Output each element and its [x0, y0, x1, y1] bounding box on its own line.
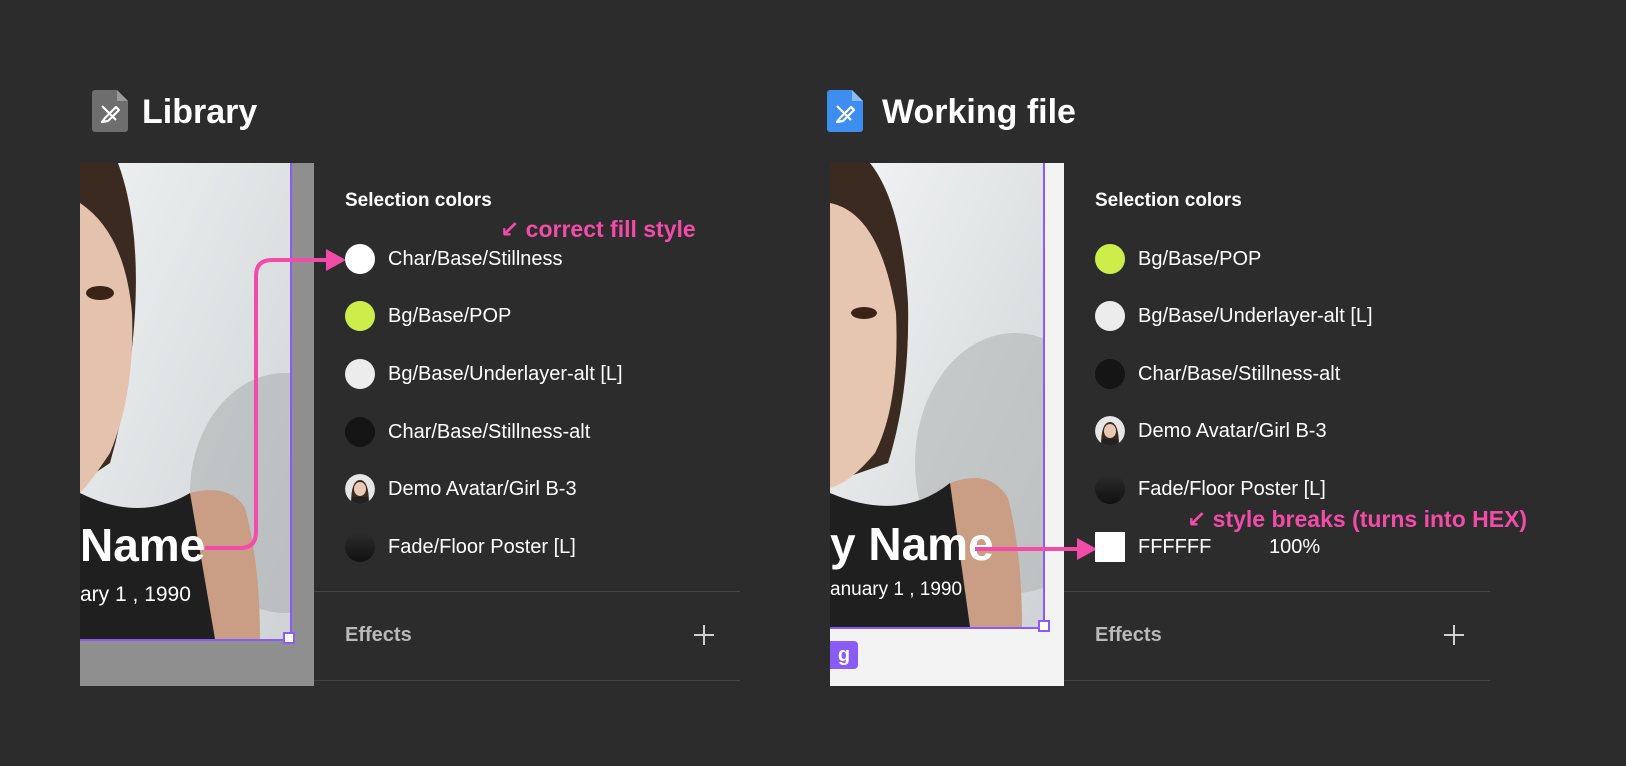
color-row[interactable]: FFFFFF — [1095, 531, 1211, 563]
style-name: Bg/Base/Underlayer-alt [L] — [1138, 304, 1373, 327]
effects-label: Effects — [1095, 624, 1162, 646]
color-row[interactable]: Bg/Base/Underlayer-alt [L] — [345, 358, 623, 390]
style-name: Demo Avatar/Girl B-3 — [388, 477, 577, 500]
color-row[interactable]: Demo Avatar/Girl B-3 — [345, 473, 577, 505]
working-title: Working file — [882, 93, 1076, 131]
divider — [314, 680, 740, 681]
component-tag[interactable]: g — [830, 641, 858, 669]
swatch-circle[interactable] — [345, 417, 375, 447]
resize-handle[interactable] — [1038, 620, 1050, 632]
divider — [1064, 591, 1490, 592]
effects-label: Effects — [345, 624, 412, 646]
color-row[interactable]: Char/Base/Stillness-alt — [345, 416, 590, 448]
color-row[interactable]: Demo Avatar/Girl B-3 — [1095, 415, 1327, 447]
arrow-down-left-icon: ↙ — [500, 216, 520, 242]
plus-icon[interactable] — [1443, 624, 1465, 646]
color-row[interactable]: Char/Base/Stillness-alt — [1095, 358, 1340, 390]
color-row[interactable]: Fade/Floor Poster [L] — [1095, 473, 1326, 505]
working-section: Working file y Name anuary 1 , 1990 g Se… — [760, 0, 1626, 766]
color-row[interactable]: Bg/Base/Underlayer-alt [L] — [1095, 300, 1373, 332]
library-section: Library Name ary 1 , 1990 Selection colo… — [0, 0, 760, 766]
selection-colors-heading: Selection colors — [1095, 190, 1242, 211]
fade-swatch[interactable] — [345, 532, 375, 562]
hex-value[interactable]: FFFFFF — [1138, 536, 1211, 559]
swatch-circle[interactable] — [345, 244, 375, 274]
plus-icon[interactable] — [693, 624, 715, 646]
connector-arrow — [205, 249, 346, 550]
style-name: Demo Avatar/Girl B-3 — [1138, 419, 1327, 442]
avatar-swatch-icon[interactable] — [345, 474, 375, 504]
selection-colors-heading: Selection colors — [345, 190, 492, 211]
color-row[interactable]: Bg/Base/POP — [345, 300, 511, 332]
style-name: Fade/Floor Poster [L] — [388, 535, 576, 558]
hex-swatch[interactable] — [1095, 532, 1125, 562]
style-name: Char/Base/Stillness-alt — [388, 420, 591, 443]
library-file-icon — [92, 90, 128, 132]
annotation-style-breaks: ↙ style breaks (turns into HEX) — [1187, 505, 1527, 533]
style-name: Char/Base/Stillness-alt — [1138, 362, 1341, 385]
style-name: Bg/Base/POP — [1138, 247, 1262, 270]
working-file-icon — [827, 90, 863, 132]
style-name: Fade/Floor Poster [L] — [1138, 477, 1326, 500]
swatch-circle[interactable] — [345, 359, 375, 389]
style-name: Bg/Base/Underlayer-alt [L] — [388, 362, 623, 385]
library-title: Library — [142, 93, 258, 131]
opacity-value[interactable]: 100% — [1269, 536, 1320, 559]
style-name: Char/Base/Stillness — [388, 247, 563, 270]
swatch-circle[interactable] — [1095, 359, 1125, 389]
style-name: Bg/Base/POP — [388, 304, 512, 327]
avatar-swatch-icon[interactable] — [1095, 416, 1125, 446]
color-row[interactable]: Fade/Floor Poster [L] — [345, 531, 576, 563]
divider — [314, 591, 740, 592]
color-row[interactable]: Bg/Base/POP — [1095, 243, 1261, 275]
divider — [1064, 680, 1490, 681]
swatch-circle[interactable] — [345, 301, 375, 331]
fade-swatch[interactable] — [1095, 474, 1125, 504]
connector-arrow — [975, 538, 1097, 560]
color-row[interactable]: Char/Base/Stillness — [345, 243, 563, 275]
arrow-down-left-icon: ↙ — [1187, 506, 1207, 532]
swatch-circle[interactable] — [1095, 244, 1125, 274]
swatch-circle[interactable] — [1095, 301, 1125, 331]
annotation-correct-fill: ↙ correct fill style — [500, 215, 696, 243]
annotation-text: style breaks (turns into HEX) — [1212, 506, 1528, 532]
resize-handle[interactable] — [283, 632, 295, 644]
annotation-text: correct fill style — [525, 216, 696, 242]
